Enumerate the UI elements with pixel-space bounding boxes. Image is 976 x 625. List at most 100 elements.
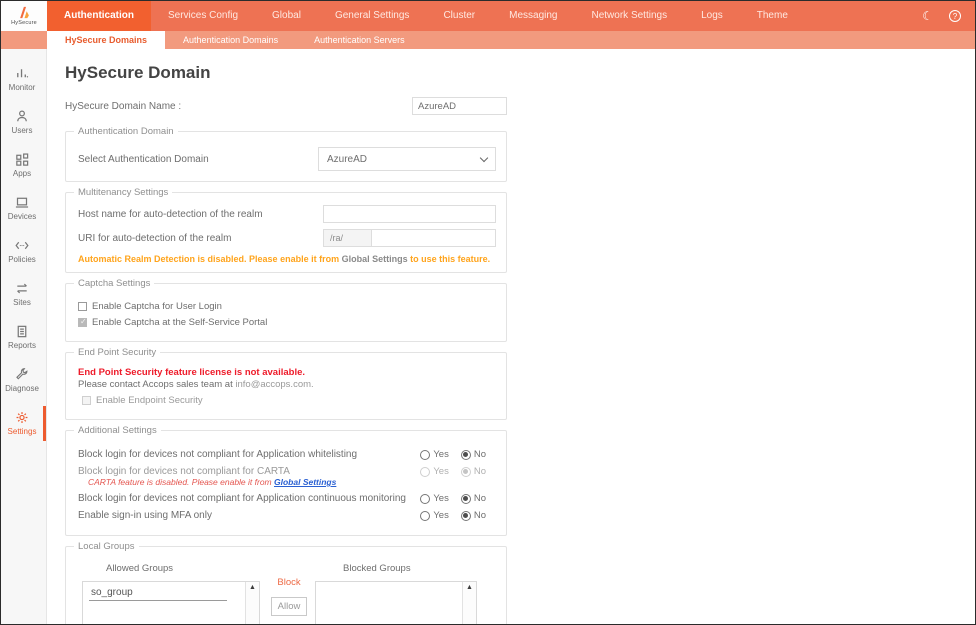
captcha-user-login-row: Enable Captcha for User Login <box>78 301 496 312</box>
tab-network-settings[interactable]: Network Settings <box>574 1 684 31</box>
domain-name-label: HySecure Domain Name : <box>65 101 412 112</box>
tab-services-config[interactable]: Services Config <box>151 1 255 31</box>
sidebar-item-reports[interactable]: Reports <box>1 320 46 355</box>
topbar-icons: ☾ ? <box>922 1 975 31</box>
domain-name-input[interactable] <box>412 97 507 115</box>
tab-authentication[interactable]: Authentication <box>47 1 151 31</box>
tab-cluster[interactable]: Cluster <box>426 1 492 31</box>
uri-prefix: /ra/ <box>323 229 371 247</box>
select-auth-domain-label: Select Authentication Domain <box>78 154 318 165</box>
carta-global-settings-link[interactable]: Global Settings <box>274 477 336 487</box>
endpoint-contact-email: info@accops.com. <box>235 379 313 390</box>
auth-domain-select[interactable]: AzureAD <box>318 147 496 171</box>
authentication-domain-legend: Authentication Domain <box>74 126 178 137</box>
captcha-legend: Captcha Settings <box>74 278 154 289</box>
main-content: HySecure Domain HySecure Domain Name : A… <box>47 49 975 624</box>
tab-logs[interactable]: Logs <box>684 1 740 31</box>
blocked-groups-label: Blocked Groups <box>343 563 477 574</box>
sidebar-label-devices: Devices <box>8 212 36 221</box>
enable-endpoint-row: Enable Endpoint Security <box>82 395 496 406</box>
subtab-hysecure-domains[interactable]: HySecure Domains <box>47 31 165 49</box>
enable-endpoint-label: Enable Endpoint Security <box>96 395 203 406</box>
blocked-groups-scrollbar[interactable]: ▲ ▼ <box>462 582 476 624</box>
sidebar-item-users[interactable]: Users <box>1 105 46 140</box>
help-icon[interactable]: ? <box>949 10 961 22</box>
multitenancy-legend: Multitenancy Settings <box>74 187 172 198</box>
sidebar-item-sites[interactable]: Sites <box>1 277 46 312</box>
sidebar-item-devices[interactable]: Devices <box>1 191 46 226</box>
top-navigation-bar: HySecure Authentication Services Config … <box>1 1 975 31</box>
app-whitelisting-no-radio[interactable] <box>461 450 471 460</box>
endpoint-contact-line: Please contact Accops sales team at info… <box>78 379 496 390</box>
hysecure-logo-icon <box>17 6 32 19</box>
sidebar-label-monitor: Monitor <box>9 83 36 92</box>
tab-general-settings[interactable]: General Settings <box>318 1 427 31</box>
bar-chart-icon <box>14 66 30 81</box>
endpoint-license-error: End Point Security feature license is no… <box>78 367 496 378</box>
captcha-self-service-checkbox <box>78 318 87 327</box>
sidebar-label-policies: Policies <box>8 255 36 264</box>
hysecure-admin-window: HySecure Authentication Services Config … <box>0 0 976 625</box>
carta-no-radio <box>461 467 471 477</box>
block-button[interactable]: Block <box>277 577 300 588</box>
allowed-groups-scrollbar[interactable]: ▲ ▼ <box>245 582 259 624</box>
auth-domain-selected-value: AzureAD <box>327 154 367 165</box>
subtab-authentication-domains[interactable]: Authentication Domains <box>165 31 296 49</box>
user-icon <box>14 109 30 124</box>
wrench-icon <box>14 367 30 382</box>
allowed-group-item[interactable]: so_group <box>89 586 227 601</box>
continuous-monitoring-yes-radio[interactable] <box>420 494 430 504</box>
laptop-icon <box>14 195 30 210</box>
continuous-monitoring-no-radio[interactable] <box>461 494 471 504</box>
additional-legend: Additional Settings <box>74 425 161 436</box>
sidebar-label-reports: Reports <box>8 341 36 350</box>
subtab-authentication-servers[interactable]: Authentication Servers <box>296 31 423 49</box>
multitenancy-settings-section: Multitenancy Settings Host name for auto… <box>65 187 507 273</box>
app-whitelisting-yes-radio[interactable] <box>420 450 430 460</box>
dark-mode-icon[interactable]: ☾ <box>922 9 933 23</box>
sidebar-item-monitor[interactable]: Monitor <box>1 62 46 97</box>
hysecure-logo[interactable]: HySecure <box>1 1 47 31</box>
local-groups-legend: Local Groups <box>74 541 139 552</box>
blocked-groups-listbox[interactable]: ▲ ▼ <box>315 581 477 624</box>
tab-theme[interactable]: Theme <box>740 1 805 31</box>
mfa-only-row: Enable sign-in using MFA only Yes No <box>78 510 496 521</box>
sidebar-item-policies[interactable]: Policies <box>1 234 46 269</box>
sub-navigation-bar: HySecure Domains Authentication Domains … <box>1 31 975 49</box>
authentication-domain-section: Authentication Domain Select Authenticat… <box>65 126 507 182</box>
sidebar-label-users: Users <box>12 126 33 135</box>
captcha-user-login-label: Enable Captcha for User Login <box>92 301 222 312</box>
carta-disabled-note: CARTA feature is disabled. Please enable… <box>88 477 496 487</box>
swap-arrows-icon <box>14 281 30 296</box>
carta-label: Block login for devices not compliant fo… <box>78 466 420 477</box>
sidebar-item-diagnose[interactable]: Diagnose <box>1 363 46 398</box>
angle-brackets-icon <box>14 238 30 253</box>
document-icon <box>14 324 30 339</box>
carta-row: Block login for devices not compliant fo… <box>78 466 496 477</box>
captcha-self-service-label: Enable Captcha at the Self-Service Porta… <box>92 317 267 328</box>
sidebar-item-apps[interactable]: Apps <box>1 148 46 183</box>
main-nav-tabs: Authentication Services Config Global Ge… <box>47 1 922 31</box>
local-groups-section: Local Groups Allowed Groups so_group ▲ ▼ <box>65 541 507 624</box>
uri-input[interactable] <box>371 229 496 247</box>
scroll-up-icon[interactable]: ▲ <box>249 584 256 591</box>
sidebar-label-apps: Apps <box>13 169 31 178</box>
sidebar-label-sites: Sites <box>13 298 31 307</box>
domain-name-row: HySecure Domain Name : <box>65 97 507 115</box>
uri-label: URI for auto-detection of the realm <box>78 233 323 244</box>
sidebar-label-settings: Settings <box>8 427 37 436</box>
allowed-groups-listbox[interactable]: so_group ▲ ▼ <box>82 581 260 624</box>
realm-detection-warning: Automatic Realm Detection is disabled. P… <box>78 254 496 264</box>
mfa-only-no-radio[interactable] <box>461 511 471 521</box>
mfa-only-label: Enable sign-in using MFA only <box>78 510 420 521</box>
allow-button[interactable]: Allow <box>271 597 308 616</box>
hostname-label: Host name for auto-detection of the real… <box>78 209 323 220</box>
mfa-only-yes-radio[interactable] <box>420 511 430 521</box>
scroll-up-icon[interactable]: ▲ <box>466 584 473 591</box>
captcha-user-login-checkbox[interactable] <box>78 302 87 311</box>
tab-global[interactable]: Global <box>255 1 318 31</box>
hostname-input[interactable] <box>323 205 496 223</box>
sidebar-item-settings[interactable]: Settings <box>1 406 46 441</box>
left-sidebar: Monitor Users Apps Devices Policies Site… <box>1 49 47 624</box>
tab-messaging[interactable]: Messaging <box>492 1 574 31</box>
